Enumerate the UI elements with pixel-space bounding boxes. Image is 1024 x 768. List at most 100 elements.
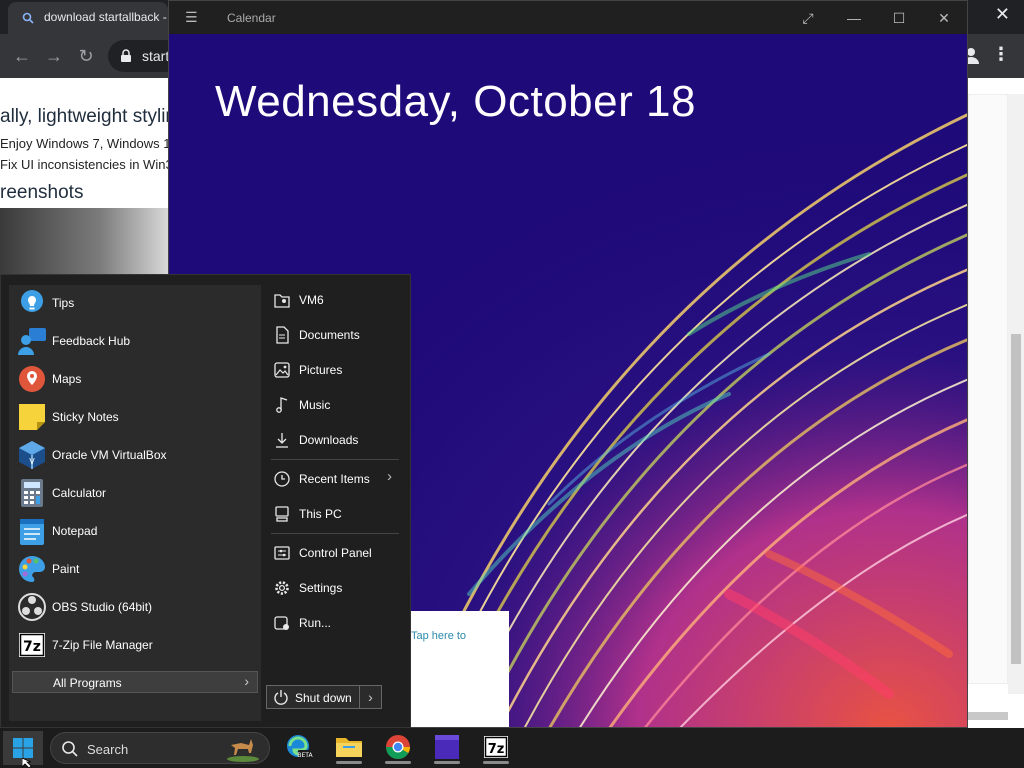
- place-control-panel[interactable]: Control Panel: [267, 538, 403, 568]
- close-icon[interactable]: ✕: [929, 7, 959, 29]
- svg-text:7z: 7z: [23, 639, 41, 655]
- place-recent-items[interactable]: Recent Items ›: [267, 464, 403, 494]
- place-label: VM6: [299, 293, 324, 307]
- calendar-notice-text[interactable]: Tap here to: [411, 630, 466, 642]
- start-app-maps[interactable]: Maps: [9, 361, 259, 399]
- running-indicator: [483, 761, 509, 764]
- search-favicon-icon: [22, 12, 34, 24]
- shutdown-options-chevron-icon[interactable]: ›: [359, 686, 381, 708]
- start-app-7zip[interactable]: 7z 7-Zip File Manager: [9, 627, 259, 665]
- virtualbox-icon: V: [19, 441, 45, 469]
- place-settings[interactable]: Settings: [267, 573, 403, 603]
- taskbar-file-explorer[interactable]: [334, 732, 364, 764]
- horizontal-scrollbar[interactable]: [968, 712, 1008, 720]
- download-icon: [276, 433, 288, 448]
- expand-icon[interactable]: ⤢: [793, 7, 823, 29]
- screenshot-thumbnail[interactable]: [0, 208, 168, 278]
- place-label: Pictures: [299, 363, 343, 377]
- start-app-calculator[interactable]: Calculator: [9, 475, 259, 513]
- calendar-app-icon: [435, 735, 459, 759]
- start-app-label: Oracle VM VirtualBox: [52, 448, 167, 462]
- shutdown-button[interactable]: Shut down ›: [266, 685, 382, 709]
- start-app-label: Notepad: [52, 524, 98, 538]
- page-scrollbar[interactable]: [1008, 94, 1024, 694]
- svg-text:V: V: [29, 457, 35, 466]
- all-programs-label: All Programs: [53, 676, 122, 690]
- address-text: start: [142, 48, 170, 64]
- start-app-label: Tips: [52, 296, 75, 310]
- start-app-label: Maps: [52, 372, 82, 386]
- place-label: Music: [299, 398, 331, 412]
- place-user-folder[interactable]: VM6: [267, 285, 403, 315]
- taskbar-search-box[interactable]: Search: [50, 732, 270, 764]
- place-downloads[interactable]: Downloads: [267, 425, 403, 455]
- calendar-notice-panel[interactable]: Tap here to: [411, 611, 509, 727]
- browser-tab[interactable]: download startallback -: [8, 2, 168, 34]
- start-app-label: Calculator: [52, 486, 107, 500]
- start-app-feedback-hub[interactable]: Feedback Hub: [9, 323, 259, 361]
- place-label: Run...: [299, 616, 332, 630]
- back-icon[interactable]: ←: [10, 44, 34, 68]
- svg-text:7z: 7z: [488, 742, 505, 757]
- place-this-pc[interactable]: This PC: [267, 499, 403, 529]
- taskbar-edge-beta[interactable]: BETA: [283, 732, 313, 764]
- taskbar-7zip[interactable]: 7z: [481, 732, 511, 764]
- calendar-window-title: Calendar: [227, 11, 276, 25]
- start-app-tips[interactable]: Tips: [9, 285, 259, 323]
- start-app-virtualbox[interactable]: V Oracle VM VirtualBox: [9, 437, 259, 475]
- minimize-icon[interactable]: —: [839, 7, 869, 29]
- gear-icon: [275, 581, 289, 595]
- search-highlight-icon: [227, 739, 259, 762]
- document-icon: [276, 326, 289, 344]
- browser-close-icon[interactable]: ✕: [995, 4, 1010, 25]
- hamburger-menu-icon[interactable]: ☰: [185, 9, 198, 26]
- places-divider: [271, 459, 399, 460]
- chevron-right-icon: ›: [387, 468, 392, 485]
- start-menu-programs: Tips Feedback Hub Maps Sticky Notes V Or…: [9, 285, 261, 721]
- place-music[interactable]: Music: [267, 390, 403, 420]
- feedback-hub-icon: [18, 328, 46, 355]
- taskbar-chrome[interactable]: [383, 732, 413, 764]
- notepad-icon: [20, 519, 44, 545]
- taskbar: Search BETA 7z: [0, 728, 1024, 768]
- start-app-label: OBS Studio (64bit): [52, 600, 153, 614]
- power-icon: [274, 690, 288, 705]
- page-bullet-1: Enjoy Windows 7, Windows 1: [0, 136, 171, 151]
- page-bullet-2: Fix UI inconsistencies in Win3: [0, 157, 173, 172]
- clock-icon: [274, 471, 290, 487]
- place-label: This PC: [299, 507, 342, 521]
- control-panel-icon: [274, 546, 290, 560]
- reload-icon[interactable]: ↻: [74, 44, 98, 68]
- place-pictures[interactable]: Pictures: [267, 355, 403, 385]
- maximize-icon[interactable]: ☐: [884, 7, 914, 29]
- place-label: Documents: [299, 328, 360, 342]
- start-app-label: 7-Zip File Manager: [52, 638, 153, 652]
- pictures-icon: [274, 362, 290, 378]
- running-indicator: [434, 761, 460, 764]
- calendar-date-heading: Wednesday, October 18: [215, 77, 696, 126]
- all-programs-button[interactable]: All Programs ›: [12, 671, 258, 693]
- browser-menu-icon[interactable]: ⋮: [992, 44, 1010, 65]
- start-app-paint[interactable]: Paint: [9, 551, 259, 589]
- search-icon: [62, 741, 78, 757]
- place-label: Recent Items: [299, 472, 370, 486]
- tips-icon: [21, 290, 43, 312]
- music-icon: [276, 397, 288, 413]
- start-app-label: Sticky Notes: [52, 410, 119, 424]
- place-run[interactable]: Run...: [267, 608, 403, 638]
- forward-icon[interactable]: →: [42, 44, 66, 68]
- start-app-obs[interactable]: OBS Studio (64bit): [9, 589, 259, 627]
- 7zip-icon: 7z: [19, 633, 45, 657]
- start-app-sticky-notes[interactable]: Sticky Notes: [9, 399, 259, 437]
- sticky-notes-icon: [19, 404, 45, 430]
- run-icon: [274, 616, 289, 630]
- start-app-notepad[interactable]: Notepad: [9, 513, 259, 551]
- calculator-icon: [21, 479, 43, 507]
- chevron-right-icon: ›: [244, 673, 249, 689]
- browser-tab-title: download startallback -: [44, 10, 167, 24]
- scrollbar-thumb[interactable]: [1011, 334, 1021, 664]
- taskbar-calendar[interactable]: [432, 732, 462, 764]
- page-side-panel: [968, 94, 1008, 684]
- place-documents[interactable]: Documents: [267, 320, 403, 350]
- shutdown-label: Shut down: [295, 691, 352, 705]
